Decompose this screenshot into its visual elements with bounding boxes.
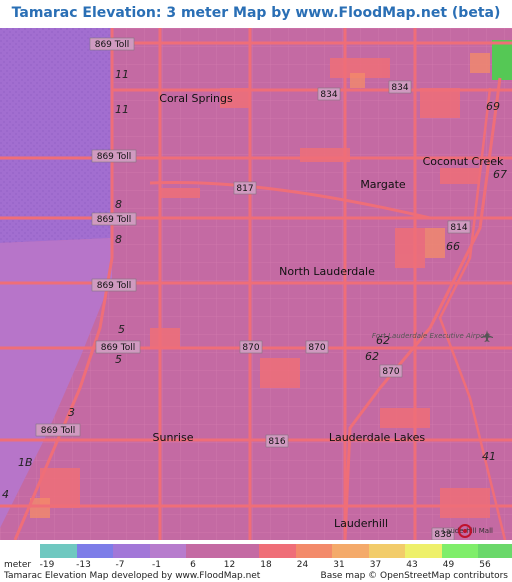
road-num-41: 41 (482, 450, 496, 463)
road-num-8b: 8 (115, 233, 122, 246)
legend-swatch (222, 544, 259, 558)
shield-870-c: 870 (382, 367, 399, 377)
legend-swatch (259, 544, 296, 558)
place-airport: Fort Lauderdale Executive Airport (372, 332, 490, 340)
shield-869-f: 869 Toll (41, 426, 76, 436)
place-lauderhill-mall: Lauderhill Mall (442, 527, 493, 535)
road-num-3: 3 (68, 406, 75, 419)
legend-unit: meter (4, 560, 32, 570)
legend-swatch (40, 544, 77, 558)
legend-tick: 6 (190, 560, 196, 570)
legend-swatch (149, 544, 186, 558)
shield-816: 816 (268, 437, 285, 447)
shield-870-a: 870 (242, 343, 259, 353)
page-title: Tamarac Elevation: 3 meter Map by www.Fl… (11, 5, 501, 21)
legend-tick: 43 (406, 560, 418, 570)
road-num-62b: 62 (365, 350, 379, 363)
place-coral-springs: Coral Springs (159, 92, 233, 105)
place-margate: Margate (360, 178, 406, 191)
road-num-66: 66 (446, 240, 460, 253)
credit-basemap: Base map © OpenStreetMap contributors (320, 571, 508, 581)
legend-swatch (186, 544, 223, 558)
shield-817: 817 (236, 184, 253, 194)
road-num-8a: 8 (115, 198, 122, 211)
place-coconut-creek: Coconut Creek (423, 155, 504, 168)
place-lauderdale-lakes: Lauderdale Lakes (329, 431, 426, 444)
elevation-legend: -19 -13 -7 -1 6 12 18 24 31 37 43 49 56 meter Tamara… (0, 540, 512, 582)
shield-869-e: 869 Toll (101, 343, 136, 353)
road-num-11a: 11 (115, 68, 129, 81)
legend-swatch (113, 544, 150, 558)
wetland-area-north (0, 28, 112, 243)
place-lauderhill: Lauderhill (334, 517, 388, 530)
legend-tick: 31 (333, 560, 345, 570)
legend-swatch (368, 544, 405, 558)
road-num-4: 4 (2, 488, 9, 501)
legend-swatch (295, 544, 332, 558)
place-sunrise: Sunrise (152, 431, 193, 444)
road-num-5a: 5 (118, 323, 125, 336)
legend-tick: 56 (479, 560, 491, 570)
road-num-67: 67 (493, 168, 507, 181)
shield-834-a: 834 (320, 90, 337, 100)
legend-tick: 37 (369, 560, 382, 570)
legend-tick: 49 (442, 560, 455, 570)
legend-swatch (332, 544, 369, 558)
legend-tick: -1 (152, 560, 161, 570)
shield-869-a: 869 Toll (95, 40, 130, 50)
legend-tick: -13 (76, 560, 91, 570)
shield-834-b: 834 (391, 83, 408, 93)
shield-869-b: 869 Toll (97, 152, 132, 162)
road-num-11b: 11 (115, 103, 129, 116)
legend-tick: -19 (39, 560, 55, 570)
shield-870-b: 870 (308, 343, 325, 353)
elevation-map[interactable]: 869 Toll 869 Toll 869 Toll 869 Toll 869 … (0, 28, 512, 540)
road-num-1b: 1B (18, 456, 33, 469)
shield-869-d: 869 Toll (97, 281, 132, 291)
shield-814: 814 (450, 223, 467, 233)
legend-swatch (478, 544, 512, 558)
green-highland (492, 40, 512, 80)
shield-869-c: 869 Toll (97, 215, 132, 225)
credit-developer: Tamarac Elevation Map developed by www.F… (4, 571, 261, 581)
legend-tick: 18 (260, 560, 272, 570)
place-north-lauderdale: North Lauderdale (279, 265, 375, 278)
legend-swatch (76, 544, 113, 558)
legend-tick: -7 (115, 560, 125, 570)
road-num-5b: 5 (115, 353, 122, 366)
legend-tick: 24 (296, 560, 309, 570)
legend-swatch (405, 544, 442, 558)
map-canvas[interactable]: 869 Toll 869 Toll 869 Toll 869 Toll 869 … (0, 28, 512, 540)
legend-swatch (441, 544, 478, 558)
road-num-69: 69 (486, 100, 500, 113)
legend-tick: 12 (223, 560, 236, 570)
